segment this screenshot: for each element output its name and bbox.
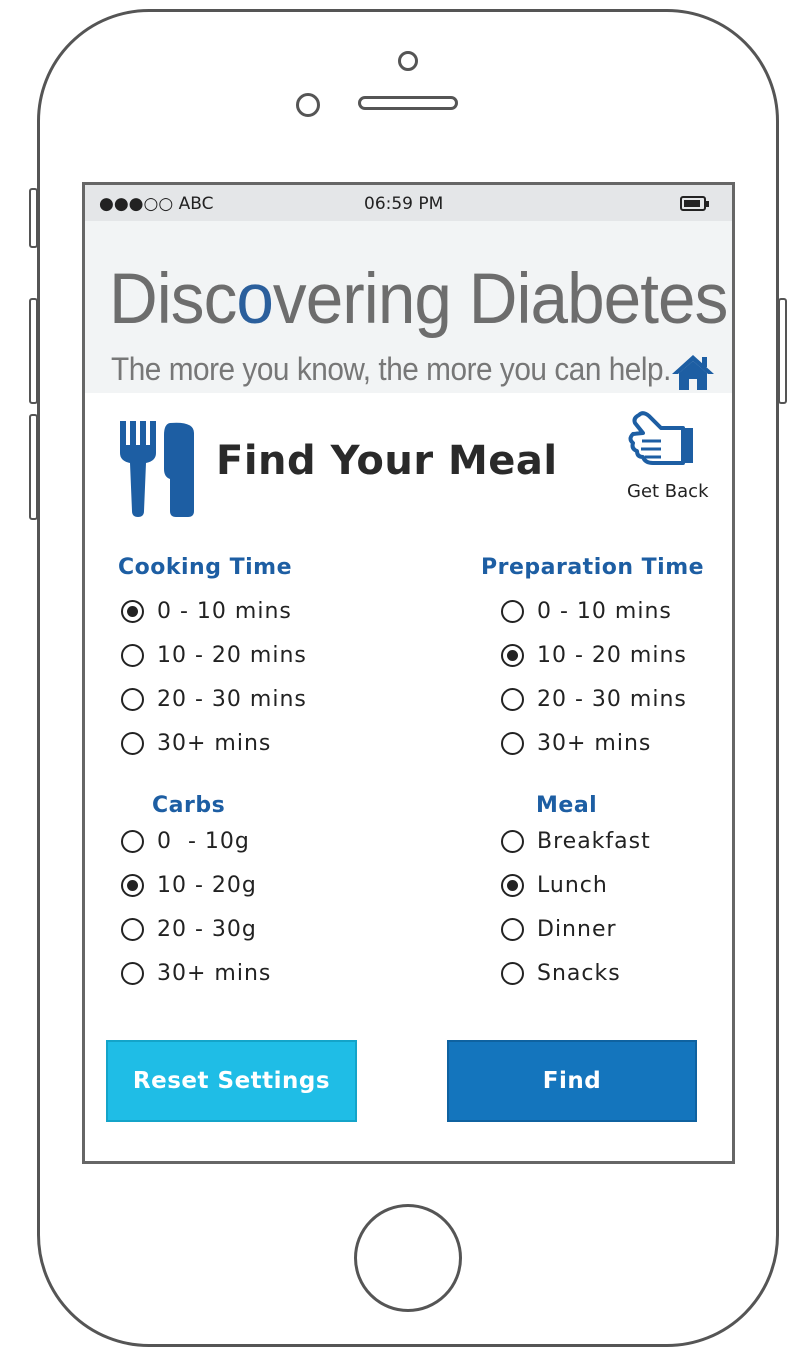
preparation-time-option[interactable]: 0 - 10 mins <box>501 596 672 626</box>
radio-unchecked[interactable] <box>501 599 524 623</box>
app-screen: ●●●○○ ABC 06:59 PM Discovering Diabetes … <box>82 182 735 1164</box>
home-button[interactable] <box>354 1204 462 1312</box>
pointing-hand-icon <box>628 411 693 465</box>
meal-option[interactable]: Dinner <box>501 914 617 944</box>
utensils-icon <box>120 421 194 517</box>
carbs-option[interactable]: 0 - 10g <box>121 826 250 856</box>
brand-tagline: The more you know, the more you can help… <box>111 351 671 387</box>
volume-down-button <box>29 414 38 520</box>
radio-unchecked[interactable] <box>121 917 144 941</box>
radio-unchecked[interactable] <box>501 687 524 711</box>
home-icon[interactable] <box>671 353 715 391</box>
radio-unchecked[interactable] <box>121 731 144 755</box>
reset-settings-button[interactable]: Reset Settings <box>106 1040 357 1122</box>
power-button <box>778 298 787 404</box>
radio-unchecked[interactable] <box>121 829 144 853</box>
preparation-time-option[interactable]: 30+ mins <box>501 728 651 758</box>
brand-title-o: o <box>236 260 274 339</box>
cooking-time-option[interactable]: 10 - 20 mins <box>121 640 307 670</box>
get-back-button[interactable]: Get Back <box>615 411 725 503</box>
radio-checked[interactable] <box>121 599 144 623</box>
cooking-time-label: Cooking Time <box>118 555 293 580</box>
earpiece-speaker <box>358 96 458 110</box>
app-banner: Discovering Diabetes The more you know, … <box>85 221 732 393</box>
radio-unchecked[interactable] <box>121 643 144 667</box>
cooking-time-option[interactable]: 0 - 10 mins <box>121 596 292 626</box>
preparation-time-label: Preparation Time <box>481 555 705 580</box>
radio-checked[interactable] <box>501 873 524 897</box>
radio-unchecked[interactable] <box>501 917 524 941</box>
brand-title: Discovering Diabetes <box>109 260 728 339</box>
preparation-time-option[interactable]: 10 - 20 mins <box>501 640 687 670</box>
carbs-option[interactable]: 30+ mins <box>121 958 271 988</box>
battery-icon <box>680 196 709 211</box>
meal-option[interactable]: Breakfast <box>501 826 651 856</box>
proximity-sensor <box>296 93 320 117</box>
cooking-time-option[interactable]: 30+ mins <box>121 728 271 758</box>
meal-label: Meal <box>536 793 598 818</box>
cooking-time-option[interactable]: 20 - 30 mins <box>121 684 307 714</box>
radio-unchecked[interactable] <box>501 731 524 755</box>
radio-unchecked[interactable] <box>501 961 524 985</box>
radio-unchecked[interactable] <box>501 829 524 853</box>
find-button[interactable]: Find <box>447 1040 697 1122</box>
silent-switch <box>29 188 38 248</box>
volume-up-button <box>29 298 38 404</box>
carbs-label: Carbs <box>152 793 226 818</box>
meal-option[interactable]: Lunch <box>501 870 608 900</box>
carbs-option[interactable]: 10 - 20g <box>121 870 257 900</box>
radio-unchecked[interactable] <box>121 687 144 711</box>
carbs-option[interactable]: 20 - 30g <box>121 914 257 944</box>
front-camera <box>398 51 418 71</box>
radio-checked[interactable] <box>501 643 524 667</box>
radio-checked[interactable] <box>121 873 144 897</box>
carrier-signal: ●●●○○ ABC <box>99 194 214 214</box>
radio-unchecked[interactable] <box>121 961 144 985</box>
status-time: 06:59 PM <box>364 194 444 214</box>
status-bar: ●●●○○ ABC 06:59 PM <box>85 185 732 221</box>
get-back-label: Get Back <box>627 481 709 502</box>
page-title: Find Your Meal <box>216 438 558 484</box>
meal-option[interactable]: Snacks <box>501 958 621 988</box>
preparation-time-option[interactable]: 20 - 30 mins <box>501 684 687 714</box>
